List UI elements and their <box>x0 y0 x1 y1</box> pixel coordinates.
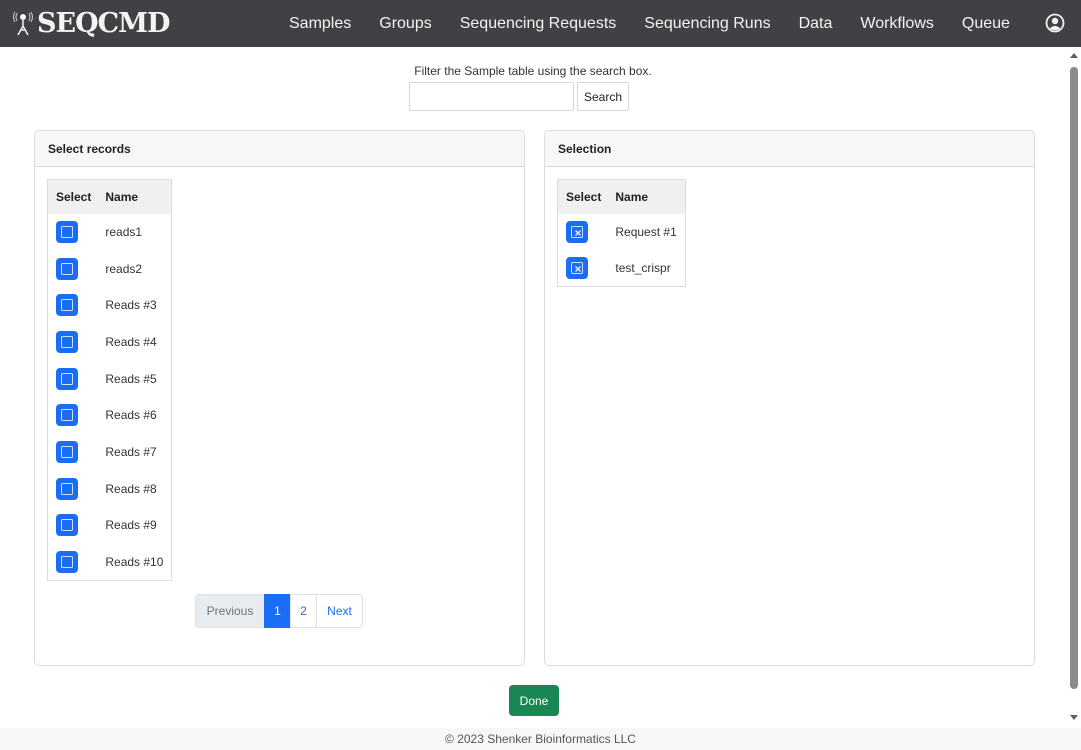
scroll-down-arrow-icon[interactable] <box>1070 715 1078 720</box>
nav-workflows[interactable]: Workflows <box>846 15 948 33</box>
checkbox-square-icon <box>61 225 73 238</box>
table-row: Reads #8 <box>48 470 172 507</box>
pagination: Previous 1 2 Next <box>195 594 363 628</box>
table-row: Reads #7 <box>48 434 172 471</box>
column-header-select: Select <box>557 179 609 214</box>
select-checkbox[interactable] <box>56 440 78 463</box>
name-cell: Reads #8 <box>105 481 157 496</box>
column-header-name: Name <box>98 179 172 214</box>
checkbox-square-icon <box>61 335 73 348</box>
table-row: Reads #4 <box>48 324 172 361</box>
navbar: SEQCMD Samples Groups Sequencing Request… <box>0 0 1081 47</box>
done-button[interactable]: Done <box>509 685 559 716</box>
column-header-select: Select <box>47 179 99 214</box>
select-checkbox[interactable] <box>56 404 78 427</box>
table-row: Reads #9 <box>48 507 172 544</box>
records-table: Select Name reads1 reads2 Reads #3 Reads #4… <box>47 179 173 581</box>
scroll-thumb[interactable] <box>1070 67 1078 689</box>
nav-sequencing-requests[interactable]: Sequencing Requests <box>446 15 631 33</box>
name-cell: reads1 <box>105 224 143 239</box>
table-row: Reads #10 <box>48 544 172 581</box>
select-cell <box>48 214 99 251</box>
select-checkbox[interactable] <box>56 514 78 537</box>
name-cell: Reads #5 <box>105 371 157 386</box>
name-cell: Reads #7 <box>105 444 157 459</box>
checkbox-square-icon <box>61 555 73 568</box>
select-cell <box>48 324 99 361</box>
select-checkbox[interactable] <box>56 550 78 573</box>
checkbox-square-icon <box>61 482 73 495</box>
brand-logo[interactable]: SEQCMD <box>12 0 170 47</box>
select-cell <box>558 250 609 287</box>
selection-card: Selection Select Name Request #1 test_cri… <box>544 130 1035 666</box>
remove-checkbox[interactable] <box>566 220 588 243</box>
select-cell <box>558 214 609 251</box>
nav-links: Samples Groups Sequencing Requests Seque… <box>275 0 1024 47</box>
select-cell <box>48 507 99 544</box>
table-row: Request #1 <box>558 214 686 251</box>
table-row: Reads #5 <box>48 360 172 397</box>
select-checkbox[interactable] <box>56 294 78 317</box>
select-checkbox[interactable] <box>56 477 78 500</box>
search-button[interactable]: Search <box>577 82 629 111</box>
column-header-name: Name <box>608 179 686 214</box>
pagination-page-1[interactable]: 1 <box>264 594 291 628</box>
name-cell: Reads #3 <box>105 298 157 313</box>
select-cell <box>48 470 99 507</box>
select-checkbox[interactable] <box>56 220 78 243</box>
selection-table: Select Name Request #1 test_crispr <box>557 179 686 288</box>
table-header-row: Select Name <box>557 179 686 214</box>
table-row: Reads #3 <box>48 287 172 324</box>
select-checkbox[interactable] <box>56 257 78 280</box>
checkbox-square-icon <box>61 372 73 385</box>
select-cell <box>48 544 99 581</box>
name-cell: reads2 <box>105 261 143 276</box>
checkbox-square-icon <box>61 262 73 275</box>
checkbox-square-icon <box>61 519 73 532</box>
name-cell: test_crispr <box>615 261 671 276</box>
select-records-card: Select records Select Name reads1 reads2 R… <box>34 130 525 666</box>
select-cell <box>48 360 99 397</box>
footer: © 2023 Shenker Bioinformatics LLC <box>0 728 1081 750</box>
brand-name: SEQCMD <box>37 8 170 39</box>
filter-instructions: Filter the Sample table using the search… <box>414 64 652 78</box>
select-cell <box>48 287 99 324</box>
name-cell: Request #1 <box>615 224 677 239</box>
table-row: reads1 <box>48 214 172 251</box>
nav-sequencing-runs[interactable]: Sequencing Runs <box>630 15 784 33</box>
checkbox-x-icon <box>571 225 583 238</box>
table-row: reads2 <box>48 250 172 287</box>
select-records-title: Select records <box>35 131 524 167</box>
scroll-up-arrow-icon[interactable] <box>1070 53 1078 58</box>
user-circle-icon[interactable] <box>1045 13 1065 33</box>
select-cell <box>48 250 99 287</box>
select-cell <box>48 434 99 471</box>
name-cell: Reads #4 <box>105 334 157 349</box>
selection-title: Selection <box>545 131 1034 167</box>
checkbox-square-icon <box>61 299 73 312</box>
search-input[interactable] <box>409 82 574 111</box>
checkbox-x-icon <box>571 262 583 275</box>
name-cell: Reads #10 <box>105 554 164 569</box>
nav-samples[interactable]: Samples <box>275 15 365 33</box>
name-cell: Reads #9 <box>105 518 157 533</box>
table-row: test_crispr <box>558 250 686 287</box>
select-cell <box>48 397 99 434</box>
remove-checkbox[interactable] <box>566 257 588 280</box>
checkbox-square-icon <box>61 445 73 458</box>
antenna-icon <box>13 11 33 35</box>
checkbox-square-icon <box>61 409 73 422</box>
pagination-previous[interactable]: Previous <box>195 594 265 628</box>
page-scrollbar[interactable] <box>1066 47 1081 728</box>
table-row: Reads #6 <box>48 397 172 434</box>
name-cell: Reads #6 <box>105 408 157 423</box>
select-checkbox[interactable] <box>56 367 78 390</box>
select-checkbox[interactable] <box>56 330 78 353</box>
nav-groups[interactable]: Groups <box>365 15 445 33</box>
table-header-row: Select Name <box>47 179 172 214</box>
nav-queue[interactable]: Queue <box>948 15 1024 33</box>
nav-data[interactable]: Data <box>785 15 847 33</box>
pagination-next[interactable]: Next <box>316 594 363 628</box>
pagination-page-2[interactable]: 2 <box>290 594 317 628</box>
